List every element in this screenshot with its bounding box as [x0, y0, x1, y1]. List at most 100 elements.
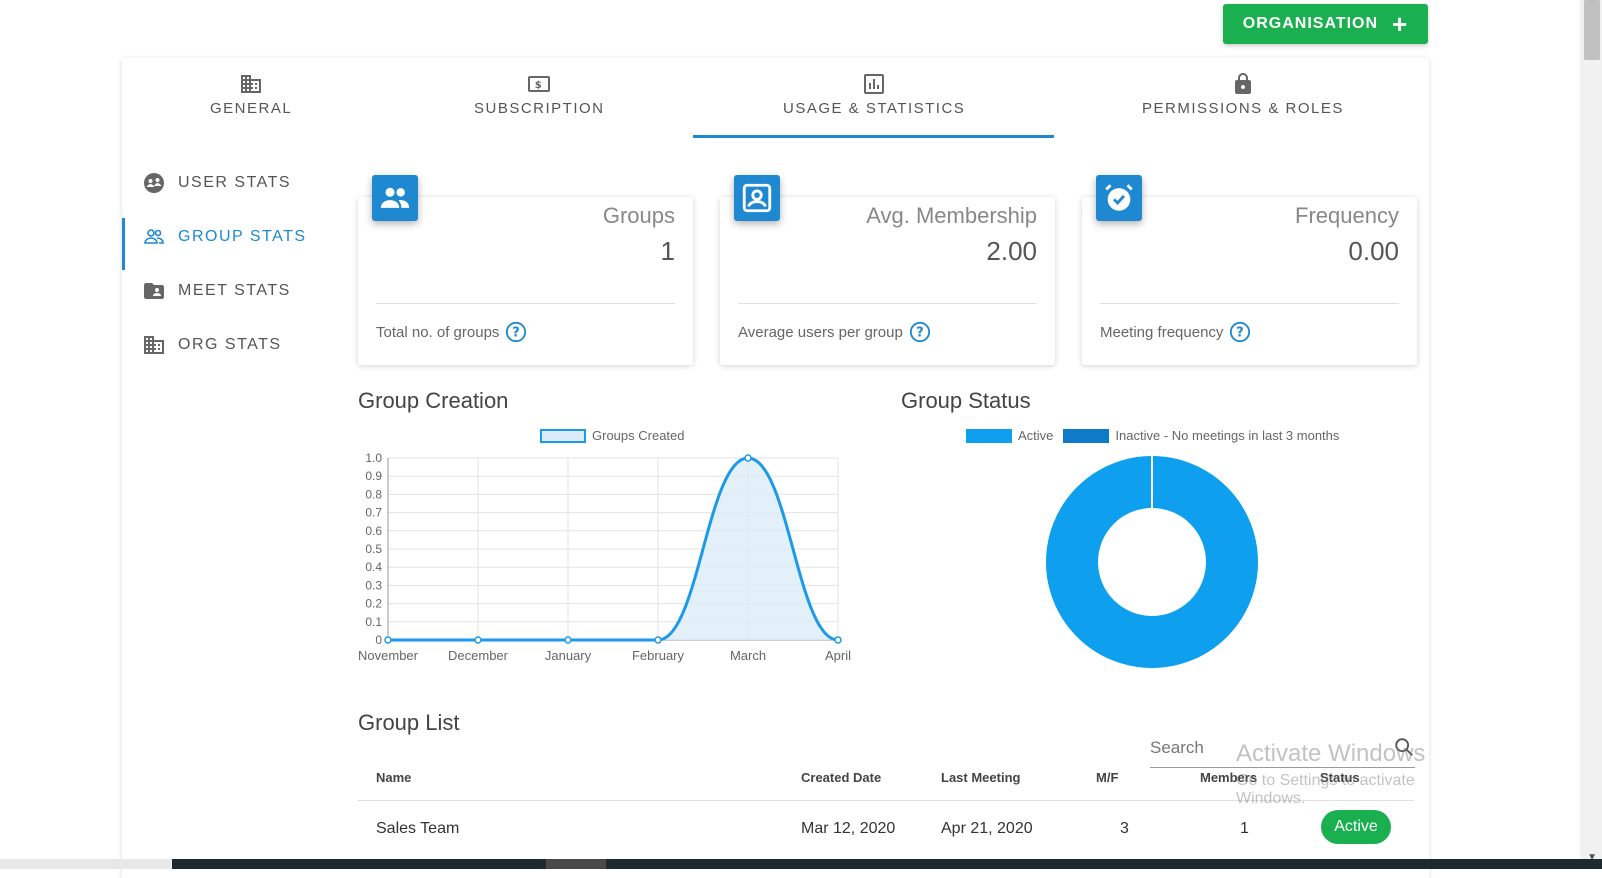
cell-name: Sales Team — [376, 820, 460, 837]
stat-card-avg-membership: Avg. Membership 2.00 Average users per g… — [720, 175, 1055, 365]
user-stats-icon — [144, 173, 164, 193]
card-value: 0.00 — [1348, 236, 1399, 266]
sidebar-item-org-stats[interactable]: ORG STATS — [122, 318, 322, 372]
legend-label-active: Active — [1018, 428, 1054, 443]
sidebar-item-label: USER STATS — [178, 174, 292, 191]
tab-permissions-roles[interactable]: PERMISSIONS & ROLES — [1142, 72, 1344, 117]
card-icon — [372, 175, 418, 221]
card-icon — [734, 175, 780, 221]
card-footer-text: Total no. of groups — [376, 323, 500, 341]
legend-label: Groups Created — [592, 428, 685, 443]
y-tick-label: 0.3 — [365, 578, 382, 592]
tab-label: GENERAL — [210, 100, 293, 117]
dollar-icon: $ — [528, 76, 551, 92]
sidebar-item-user-stats[interactable]: USER STATS — [122, 156, 322, 210]
cell-last-meeting: Apr 21, 2020 — [941, 820, 1033, 837]
y-tick-label: 0.6 — [365, 524, 382, 538]
cell-members: 1 — [1240, 820, 1249, 837]
y-tick-label: 0.7 — [365, 506, 382, 520]
bar-chart-icon — [864, 74, 885, 94]
group-creation-legend[interactable]: Groups Created — [540, 428, 685, 443]
data-point — [834, 636, 842, 644]
svg-text:?: ? — [1237, 326, 1244, 341]
svg-text:?: ? — [513, 326, 520, 341]
folder-user-icon — [144, 283, 164, 299]
tab-subscription[interactable]: $ SUBSCRIPTION — [474, 72, 605, 117]
y-tick-label: 0.4 — [365, 560, 382, 574]
add-organisation-button[interactable]: ORGANISATION + — [1223, 4, 1428, 44]
x-tick-label: November — [358, 648, 419, 663]
tab-usage-statistics[interactable]: USAGE & STATISTICS — [783, 72, 965, 117]
search-placeholder: Search — [1150, 738, 1204, 757]
stat-card-groups: Groups 1 Total no. of groups ? — [358, 175, 693, 365]
column-header-created-date[interactable]: Created Date — [801, 770, 881, 785]
column-header-last-meeting[interactable]: Last Meeting — [941, 770, 1020, 785]
status-badge[interactable]: Active — [1321, 810, 1391, 844]
watermark-title: Activate Windows — [1236, 740, 1426, 767]
y-tick-label: 0.5 — [365, 542, 382, 556]
card-value: 2.00 — [986, 236, 1037, 266]
legend-swatch-active[interactable] — [966, 428, 1012, 443]
y-tick-label: 0 — [375, 633, 382, 647]
sidebar-item-label: ORG STATS — [178, 336, 282, 353]
legend-label-inactive: Inactive - No meetings in last 3 months — [1115, 428, 1340, 443]
legend-swatch-inactive[interactable] — [1063, 428, 1110, 443]
stats-sidebar: USER STATS GROUP STATS MEET STATS ORG ST… — [122, 156, 322, 372]
watermark-subtitle: Go to Settings to activate Windows. — [1236, 772, 1415, 807]
stat-card-frequency: Frequency 0.00 Meeting frequency ? — [1082, 175, 1417, 365]
help-icon[interactable]: ? — [909, 321, 931, 343]
card-divider — [376, 303, 675, 304]
building-icon — [144, 336, 164, 354]
group-status-legend: Active Inactive - No meetings in last 3 … — [966, 428, 1339, 443]
help-icon[interactable]: ? — [505, 321, 527, 343]
cell-mf: 3 — [1120, 820, 1129, 837]
sidebar-item-meet-stats[interactable]: MEET STATS — [122, 264, 322, 318]
card-footer: Average users per group ? — [738, 321, 931, 343]
user-badge-icon — [742, 183, 772, 213]
card-title: Frequency — [1295, 203, 1399, 228]
sidebar-item-group-stats[interactable]: GROUP STATS — [122, 210, 322, 270]
card-footer-text: Meeting frequency — [1100, 323, 1224, 341]
org-button-label: ORGANISATION — [1242, 15, 1379, 32]
column-header-name[interactable]: Name — [376, 770, 411, 785]
tab-label: SUBSCRIPTION — [474, 100, 605, 117]
y-tick-label: 0.2 — [365, 597, 382, 611]
card-title: Groups — [602, 203, 675, 228]
x-tick-label: January — [545, 648, 592, 663]
y-tick-label: 0.8 — [365, 487, 382, 501]
x-tick-label: March — [730, 648, 766, 663]
help-icon[interactable]: ? — [1229, 321, 1251, 343]
page-scrollbar[interactable]: ▼ — [1580, 0, 1602, 869]
tab-general[interactable]: GENERAL — [210, 72, 292, 117]
card-divider — [1100, 303, 1399, 304]
x-tick-label: April — [825, 648, 851, 663]
column-header-mf[interactable]: M/F — [1096, 770, 1118, 785]
x-tick-label: December — [448, 648, 509, 663]
cell-created-date: Mar 12, 2020 — [801, 820, 896, 837]
card-value: 1 — [660, 236, 675, 266]
y-tick-label: 0.9 — [365, 469, 382, 483]
data-point — [564, 636, 572, 644]
card-footer: Total no. of groups ? — [376, 321, 527, 343]
settings-panel: GENERAL $ SUBSCRIPTION USAGE & STATISTIC… — [122, 58, 1429, 878]
legend-swatch — [540, 428, 586, 443]
group-creation-chart: 0 0.1 0.2 0.3 0.4 0.5 0.6 0.7 0.8 0.9 1.0 November D… — [358, 451, 851, 663]
group-list-title: Group List — [358, 710, 460, 735]
sidebar-item-label: MEET STATS — [178, 282, 291, 299]
building-icon — [241, 75, 262, 93]
taskbar-app-button[interactable] — [546, 859, 606, 869]
svg-text:?: ? — [916, 326, 923, 341]
scrollbar-thumb[interactable] — [1584, 0, 1600, 60]
active-tab-indicator — [693, 135, 1054, 138]
taskbar-start-area[interactable] — [0, 859, 172, 869]
lock-icon — [1234, 73, 1251, 94]
group-icon — [144, 229, 164, 244]
card-footer: Meeting frequency ? — [1100, 321, 1251, 343]
card-title: Avg. Membership — [866, 203, 1037, 228]
group-icon — [380, 187, 410, 208]
tab-label: PERMISSIONS & ROLES — [1142, 100, 1344, 117]
plus-icon: + — [1392, 9, 1409, 39]
group-status-title: Group Status — [901, 388, 1031, 413]
tab-bar: GENERAL $ SUBSCRIPTION USAGE & STATISTIC… — [122, 58, 1429, 138]
group-creation-title: Group Creation — [358, 388, 509, 413]
